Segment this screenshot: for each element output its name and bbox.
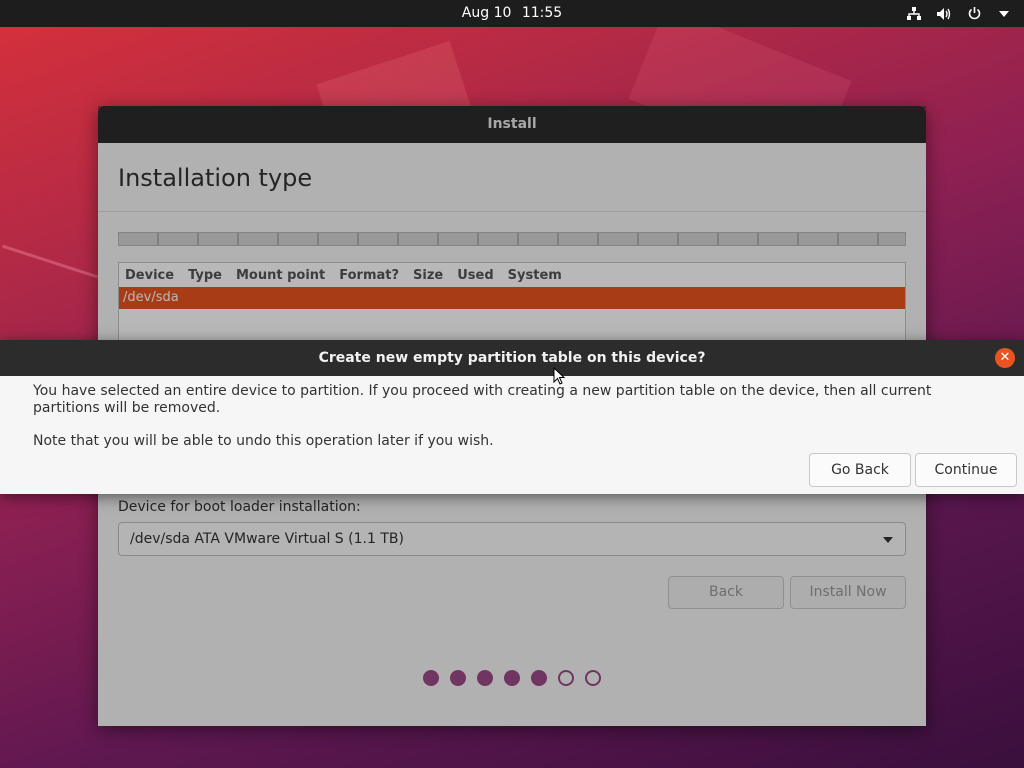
boot-loader-label: Device for boot loader installation: <box>118 499 361 515</box>
clock-time: 11:55 <box>521 5 563 21</box>
clock-date: Aug 10 <box>461 5 512 21</box>
column-header-used: Used <box>457 267 494 283</box>
dialog-note: Note that you will be able to undo this … <box>33 433 494 449</box>
column-header-format: Format? <box>339 267 400 283</box>
page-title: Installation type <box>98 143 926 212</box>
chevron-down-icon <box>883 537 893 543</box>
dialog-title: Create new empty partition table on this… <box>318 350 706 366</box>
partition-table-dialog: Create new empty partition table on this… <box>0 340 1024 494</box>
install-now-button[interactable]: Install Now <box>790 576 906 609</box>
system-tray[interactable] <box>906 0 1012 27</box>
dialog-body: You have selected an entire device to pa… <box>0 376 1024 450</box>
continue-button[interactable]: Continue <box>915 453 1017 487</box>
partition-table-header: Device Type Mount point Format? Size Use… <box>119 263 905 287</box>
network-icon[interactable] <box>906 6 922 22</box>
close-icon[interactable]: ✕ <box>995 348 1015 368</box>
progress-dots <box>98 670 926 686</box>
progress-dot <box>477 670 493 686</box>
install-window-title: Install <box>98 106 926 143</box>
progress-dot <box>423 670 439 686</box>
column-header-type: Type <box>188 267 222 283</box>
volume-icon[interactable] <box>936 6 952 22</box>
boot-loader-select[interactable]: /dev/sda ATA VMware Virtual S (1.1 TB) <box>118 522 906 556</box>
wallpaper-shape <box>1 244 99 279</box>
column-header-size: Size <box>413 267 444 283</box>
progress-dot <box>558 670 574 686</box>
boot-loader-selected-value: /dev/sda ATA VMware Virtual S (1.1 TB) <box>130 531 404 547</box>
column-header-mount-point: Mount point <box>235 267 326 283</box>
column-header-system: System <box>507 267 562 283</box>
table-row[interactable]: /dev/sda <box>119 287 905 309</box>
top-bar: Aug 10 11:55 <box>0 0 1024 27</box>
progress-dot <box>450 670 466 686</box>
progress-dot <box>504 670 520 686</box>
power-icon[interactable] <box>966 6 982 22</box>
clock[interactable]: Aug 10 11:55 <box>0 0 1024 27</box>
go-back-button[interactable]: Go Back <box>809 453 911 487</box>
device-cell: /dev/sda <box>123 290 179 305</box>
mouse-cursor-icon <box>553 367 565 385</box>
dialog-message: You have selected an entire device to pa… <box>33 383 932 416</box>
column-header-device: Device <box>125 267 175 283</box>
progress-dot <box>585 670 601 686</box>
partition-bar <box>118 232 906 246</box>
dialog-title-bar: Create new empty partition table on this… <box>0 340 1024 376</box>
progress-dot <box>531 670 547 686</box>
chevron-down-icon[interactable] <box>996 6 1012 22</box>
back-button[interactable]: Back <box>668 576 784 609</box>
